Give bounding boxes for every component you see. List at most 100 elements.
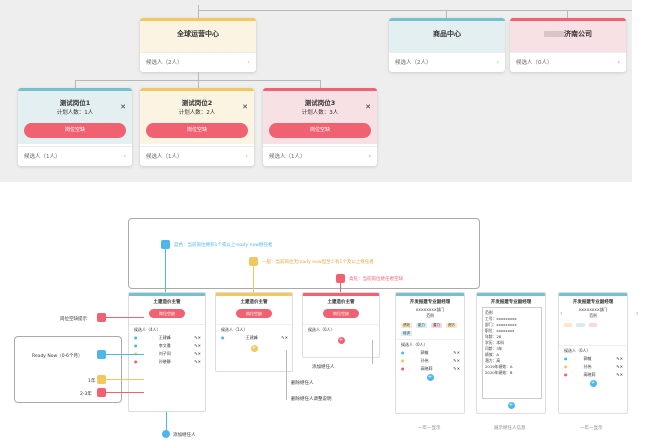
connector-line bbox=[320, 80, 321, 88]
candidate-row[interactable]: ● 郭敏 ✎✕ bbox=[396, 349, 464, 357]
edit-icon[interactable]: ✎✕ bbox=[194, 350, 201, 358]
edit-icon[interactable]: ✎✕ bbox=[616, 371, 623, 379]
add-icon[interactable]: + bbox=[426, 374, 434, 381]
org-chart-canvas: 全球运营中心 候选人（2人） › 商品中心 候选人（2人） › 济南公司 候选人… bbox=[0, 0, 632, 182]
node-candidates[interactable]: 候选人（1人） › bbox=[140, 146, 254, 166]
candidates-row[interactable]: 候选人（1人） bbox=[216, 324, 292, 334]
candidate-name: 李文雅 bbox=[158, 343, 171, 348]
succession-card-2[interactable]: 土建造价主管 岗位空缺 候选人（1人） ● 王建峰 ✎✕ + bbox=[215, 292, 293, 372]
org-node-company[interactable]: 济南公司 候选人（0人） › bbox=[510, 18, 626, 72]
succession-card-3[interactable]: 土建造价主管 岗位空缺 候选人（0人） + bbox=[302, 292, 380, 358]
chevron-right-icon[interactable]: › bbox=[636, 310, 638, 317]
close-icon[interactable]: ✕ bbox=[120, 103, 126, 111]
chevron-right-icon[interactable]: › bbox=[369, 147, 371, 166]
candidates-label: 候选人（1人） bbox=[24, 154, 61, 160]
candidate-popup: 范例 工号：xxxxxxxxx 部门：xxxxxxxxx 职位：xxxxxxxx… bbox=[482, 307, 542, 399]
edit-icon[interactable]: ✎✕ bbox=[453, 365, 460, 373]
chevron-left-icon[interactable]: ‹ bbox=[560, 310, 562, 317]
red-status-icon bbox=[336, 274, 345, 283]
node-candidates[interactable]: 候选人（2人） › bbox=[140, 52, 256, 72]
legend-box bbox=[128, 218, 480, 289]
edit-icon[interactable]: ✎✕ bbox=[616, 355, 623, 363]
detail-card-3[interactable]: 开发报建专业副经理 XXXXXXXX部门 范例 候选人（0人） ● 郭敏 ✎✕ ● 孙… bbox=[558, 292, 628, 414]
chevron-right-icon[interactable]: › bbox=[124, 147, 126, 166]
chevron-right-icon[interactable]: › bbox=[246, 147, 248, 166]
chevron-right-icon[interactable]: › bbox=[248, 53, 250, 72]
close-icon[interactable]: ✕ bbox=[365, 103, 371, 111]
org-node-position-3[interactable]: 测试岗位3 计划人数：3人 ✕ 岗位空缺 候选人（1人） › bbox=[263, 88, 377, 166]
candidate-name: 郭敏 bbox=[420, 350, 429, 355]
red-marker-icon bbox=[97, 313, 106, 322]
candidates-row[interactable]: 候选人（0人） bbox=[559, 345, 627, 355]
yellow-dot-icon: ● bbox=[401, 358, 405, 363]
legend-red: 高危：当前岗位继任者空缺 bbox=[349, 277, 403, 282]
chevron-right-icon[interactable]: › bbox=[497, 53, 499, 72]
edit-icon[interactable]: ✎✕ bbox=[194, 334, 201, 342]
candidates-row[interactable]: 候选人（0人） bbox=[396, 339, 464, 349]
candidate-row[interactable]: ● 孙伟 ✎✕ bbox=[559, 363, 627, 371]
node-candidates[interactable]: 候选人（1人） › bbox=[18, 146, 132, 166]
candidate-name: 孙伟 bbox=[583, 364, 592, 369]
close-icon[interactable]: ✕ bbox=[242, 103, 248, 111]
vacancy-button[interactable]: 岗位空缺 bbox=[24, 123, 126, 138]
edit-icon[interactable]: ✎✕ bbox=[616, 363, 623, 371]
connector-line bbox=[253, 266, 254, 292]
candidate-row[interactable]: ● 王建峰 ✎✕ bbox=[129, 334, 205, 342]
org-node-position-2[interactable]: 测试岗位2 计划人数：2人 ✕ 岗位空缺 候选人（1人） › bbox=[140, 88, 254, 166]
vacancy-button[interactable]: 岗位空缺 bbox=[146, 123, 248, 138]
detail-card-2[interactable]: 开发报建专业副经理 范例 工号：xxxxxxxxx 部门：xxxxxxxxx 职… bbox=[476, 292, 546, 414]
vacancy-button[interactable]: 岗位空缺 bbox=[236, 309, 272, 318]
detail-card-1[interactable]: 开发报建专业副经理 XXXXXXXX部门 范例 绩效 能力 潜力 资历 培训 候… bbox=[395, 292, 465, 414]
connector-line bbox=[75, 80, 76, 88]
card-title: 土建造价主管 bbox=[327, 300, 355, 305]
connector-line bbox=[106, 392, 144, 393]
connector-line bbox=[446, 10, 447, 18]
position-plan: 计划人数：3人 bbox=[301, 110, 339, 116]
connector-line bbox=[165, 249, 166, 292]
candidates-row[interactable]: 候选人（4人） bbox=[129, 324, 205, 334]
node-candidates[interactable]: 候选人（2人） › bbox=[389, 52, 505, 72]
candidate-row[interactable]: ● 郭敏 ✎✕ bbox=[559, 355, 627, 363]
edit-icon[interactable]: ✎✕ bbox=[194, 358, 201, 366]
add-icon[interactable]: + bbox=[337, 337, 345, 344]
blue-dot-icon: ● bbox=[134, 343, 138, 348]
vacancy-button[interactable]: 岗位空缺 bbox=[269, 123, 371, 138]
candidate-row[interactable]: ● 孙伟 ✎✕ bbox=[396, 357, 464, 365]
succession-card-1[interactable]: 土建造价主管 岗位空缺 候选人（4人） ● 王建峰 ✎✕ ● 李文雅 ✎✕ ● … bbox=[128, 292, 206, 412]
org-node-goods-center[interactable]: 商品中心 候选人（2人） › bbox=[389, 18, 505, 72]
edit-icon[interactable]: ✎✕ bbox=[281, 334, 288, 342]
position-title: 测试岗位2 bbox=[181, 99, 213, 107]
yellow-marker-icon bbox=[97, 375, 106, 384]
candidates-label: 候选人（0人） bbox=[308, 327, 335, 332]
chevron-right-icon[interactable]: › bbox=[618, 53, 620, 72]
annotation-post-vacancy: 岗位空缺提示 bbox=[60, 317, 87, 322]
connector-line bbox=[372, 340, 373, 364]
edit-icon[interactable]: ✎✕ bbox=[453, 349, 460, 357]
candidate-row[interactable]: ● 高晓莉 ✎✕ bbox=[396, 365, 464, 373]
position-head: 测试岗位2 计划人数：2人 ✕ 岗位空缺 bbox=[140, 88, 254, 144]
add-icon[interactable]: + bbox=[589, 380, 597, 387]
candidate-row[interactable]: ● 王建峰 ✎✕ bbox=[216, 334, 292, 342]
candidate-row[interactable]: ● 李文雅 ✎✕ bbox=[129, 342, 205, 350]
add-icon[interactable]: + bbox=[250, 345, 258, 352]
node-title: 济南公司 bbox=[564, 30, 592, 38]
red-marker-icon bbox=[97, 388, 106, 397]
candidates-row[interactable]: 候选人（0人） bbox=[303, 324, 379, 334]
edit-icon[interactable]: ✎✕ bbox=[453, 357, 460, 365]
position-title: 测试岗位3 bbox=[304, 99, 336, 107]
node-candidates[interactable]: 候选人（0人） › bbox=[510, 52, 626, 72]
candidate-row[interactable]: ● 高晓莉 ✎✕ bbox=[559, 371, 627, 379]
detail-footer: 一年一显示 bbox=[580, 426, 603, 431]
org-node-position-1[interactable]: 测试岗位1 计划人数：1人 ✕ 岗位空缺 候选人（1人） › bbox=[18, 88, 132, 166]
annotation-add-candidate: 添加继任人 bbox=[312, 365, 335, 370]
edit-icon[interactable]: ✎✕ bbox=[194, 342, 201, 350]
vacancy-button[interactable]: 岗位空缺 bbox=[149, 309, 185, 318]
add-icon[interactable]: + bbox=[507, 402, 515, 409]
node-candidates[interactable]: 候选人（1人） › bbox=[263, 146, 377, 166]
vacancy-button[interactable]: 岗位空缺 bbox=[323, 309, 359, 318]
candidate-row[interactable]: ● 孙晓静 ✎✕ bbox=[129, 358, 205, 366]
candidates-label: 候选人（0人） bbox=[564, 348, 591, 353]
annotation-ready-now: Ready Now（0-6个月） bbox=[32, 354, 83, 359]
org-node-root[interactable]: 全球运营中心 候选人（2人） › bbox=[140, 18, 256, 72]
node-title: 全球运营中心 bbox=[140, 18, 256, 52]
